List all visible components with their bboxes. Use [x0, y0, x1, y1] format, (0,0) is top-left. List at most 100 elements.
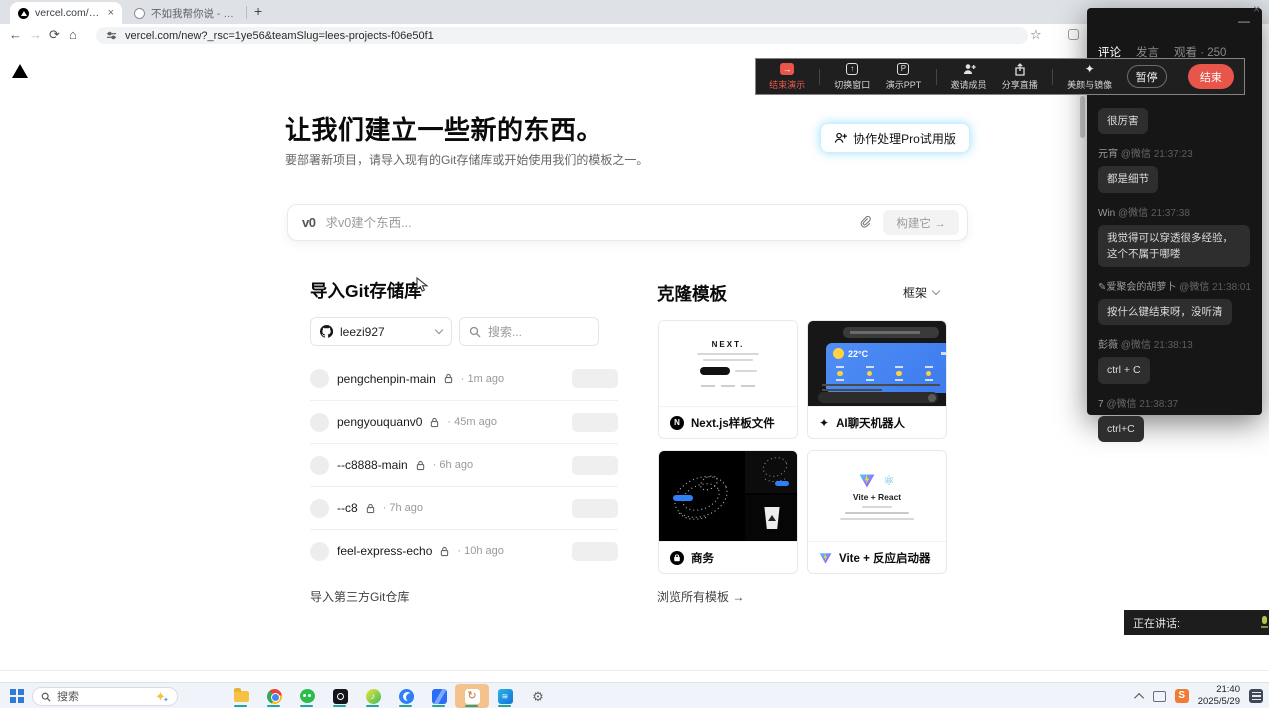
import-button-skeleton[interactable] [572, 542, 618, 561]
browser-tabstrip: vercel.com/new × 不如我帮你说 - AI朋友 + [0, 0, 1269, 24]
framework-filter[interactable]: 框架 [903, 284, 939, 301]
v0-logo-icon: v0 [302, 215, 315, 230]
tune-icon [106, 30, 117, 41]
end-presentation-button[interactable]: → 结束演示 [768, 62, 806, 91]
tab-separator [246, 6, 247, 19]
reload-icon[interactable]: ⟳ [49, 27, 60, 43]
end-presentation-icon: → [780, 63, 794, 75]
present-ppt-button[interactable]: P 演示PPT [884, 62, 922, 91]
repo-row: --c8 · 7h ago [310, 486, 618, 529]
end-button[interactable]: 结束 [1188, 64, 1234, 89]
import-button-skeleton[interactable] [572, 499, 618, 518]
wechat-icon[interactable] [298, 686, 316, 706]
sogou-input-icon[interactable]: S [1175, 689, 1189, 703]
scrollbar-thumb[interactable] [1080, 96, 1085, 138]
tray-frame-icon[interactable] [1153, 691, 1166, 702]
chat-bubble: ctrl+C [1098, 416, 1144, 442]
vite-icon [859, 473, 875, 488]
templates-heading: 克隆模板 [657, 281, 727, 306]
template-card-vite[interactable]: ⚛ Vite + React Vite + 反应启动器 [807, 450, 947, 574]
page-footer-divider [0, 670, 1269, 671]
github-account-select[interactable]: leezi927 [310, 317, 452, 346]
taskbar-search[interactable]: ✦✦ [32, 687, 178, 706]
tab-title: vercel.com/new [35, 7, 102, 19]
share-live-button[interactable]: 分享直播 [1001, 62, 1039, 91]
panel-minimize-icon[interactable]: — [1238, 14, 1250, 28]
account-name: leezi927 [340, 325, 385, 339]
new-tab-button[interactable]: + [254, 3, 262, 19]
url-text: vercel.com/new?_rsc=1ye56&teamSlug=lees-… [125, 30, 434, 42]
taskbar-clock[interactable]: 21:40 2025/5/29 [1198, 684, 1240, 708]
third-party-git-link[interactable]: 导入第三方Git仓库 [310, 588, 409, 605]
settings-gear-icon[interactable]: ⚙ [529, 686, 547, 706]
import-heading: 导入Git存储库 [310, 278, 422, 303]
live-tool-icon[interactable]: ↻ [463, 686, 481, 706]
repo-row: feel-express-echo · 10h ago [310, 529, 618, 572]
windows-start-icon[interactable] [10, 689, 24, 703]
browse-all-templates-link[interactable]: 浏览所有模板 → [657, 588, 744, 605]
pause-button[interactable]: 暂停 [1127, 65, 1167, 88]
sparkles-icon: ✦ [819, 417, 829, 429]
extension-icon[interactable] [1068, 29, 1079, 40]
tray-chevron-icon[interactable] [1134, 692, 1144, 702]
back-icon[interactable]: ← [9, 27, 22, 42]
tab-close-icon[interactable]: × [108, 7, 114, 19]
chat-author: 彭薇 @微信 21:38:13 [1098, 336, 1253, 351]
build-it-button[interactable]: 构建它 → [883, 210, 959, 235]
repo-name: --c8888-main [337, 458, 408, 472]
mic-icon [1261, 616, 1268, 628]
chat-bubble: 我觉得可以穿透很多经验，这个不属于哪喽 [1098, 225, 1250, 268]
music-app-icon[interactable]: ♪ [364, 686, 382, 706]
paperclip-icon[interactable] [860, 216, 873, 230]
home-icon[interactable]: ⌂ [69, 27, 77, 42]
pro-trial-button[interactable]: 协作处理Pro试用版 [820, 123, 970, 153]
import-button-skeleton[interactable] [572, 456, 618, 475]
person-plus-icon [834, 132, 847, 144]
repo-name: pengyouquanv0 [337, 415, 422, 429]
dark-app-icon[interactable] [331, 686, 349, 706]
teal-app-icon[interactable]: ≋ [496, 686, 514, 706]
repo-name: pengchenpin-main [337, 372, 436, 386]
taskbar-search-input[interactable] [57, 691, 127, 703]
beauty-mirror-button[interactable]: ✦ 美颜与镜像 [1066, 62, 1114, 91]
vercel-logo-icon[interactable] [12, 64, 28, 78]
chat-bubble: 都是细节 [1098, 166, 1158, 192]
repo-avatar [310, 413, 329, 432]
date-label: 2025/5/29 [1198, 696, 1240, 708]
url-bar[interactable]: vercel.com/new?_rsc=1ye56&teamSlug=lees-… [96, 27, 1028, 44]
repo-name: feel-express-echo [337, 544, 432, 558]
repo-search-input[interactable] [488, 325, 578, 339]
v0-prompt-input[interactable] [325, 216, 850, 230]
import-button-skeleton[interactable] [572, 369, 618, 388]
import-button-skeleton[interactable] [572, 413, 618, 432]
file-explorer-icon[interactable] [232, 686, 250, 706]
search-icon [41, 692, 51, 702]
ai-chatbot-template-preview: 22°C [808, 321, 946, 406]
vite-icon [819, 552, 832, 564]
invite-members-button[interactable]: 邀请成员 [949, 62, 987, 91]
tab-ai-chat[interactable]: 不如我帮你说 - AI朋友 [126, 2, 244, 24]
switch-window-button[interactable]: ↑ 切换窗口 [833, 62, 871, 91]
tab-vercel[interactable]: vercel.com/new × [10, 2, 122, 24]
notification-center-icon[interactable] [1249, 689, 1263, 703]
react-icon: ⚛ [883, 474, 895, 487]
template-label: AI聊天机器人 [836, 415, 905, 431]
repo-time: · 1m ago [461, 373, 504, 385]
windows-taskbar: ✦✦ ♪ ↻ ≋ ⚙ S 21:40 2025/5/29 [0, 682, 1269, 708]
template-card-ai-chatbot[interactable]: 22°C ✦ AI聊天机器人 [807, 320, 947, 439]
repo-row: --c8888-main · 6h ago [310, 443, 618, 486]
page-title: 让我们建立一些新的东西。 [285, 110, 603, 147]
chrome-icon[interactable] [265, 686, 283, 706]
browser-close-icon[interactable]: × [1253, 2, 1260, 16]
forward-icon[interactable]: → [29, 27, 42, 42]
bookmark-star-icon[interactable]: ☆ [1030, 27, 1042, 43]
template-card-nextjs[interactable]: NEXT. N Next.js样板文件 [658, 320, 798, 439]
person-plus-icon [962, 63, 976, 75]
lock-icon [416, 460, 425, 471]
blue-square-app-icon[interactable] [430, 686, 448, 706]
template-card-commerce[interactable]: 商务 [658, 450, 798, 574]
lock-icon [430, 417, 439, 428]
chat-author: 元宵 @微信 21:37:23 [1098, 145, 1253, 160]
blue-browser-icon[interactable] [397, 686, 415, 706]
repo-avatar [310, 542, 329, 561]
